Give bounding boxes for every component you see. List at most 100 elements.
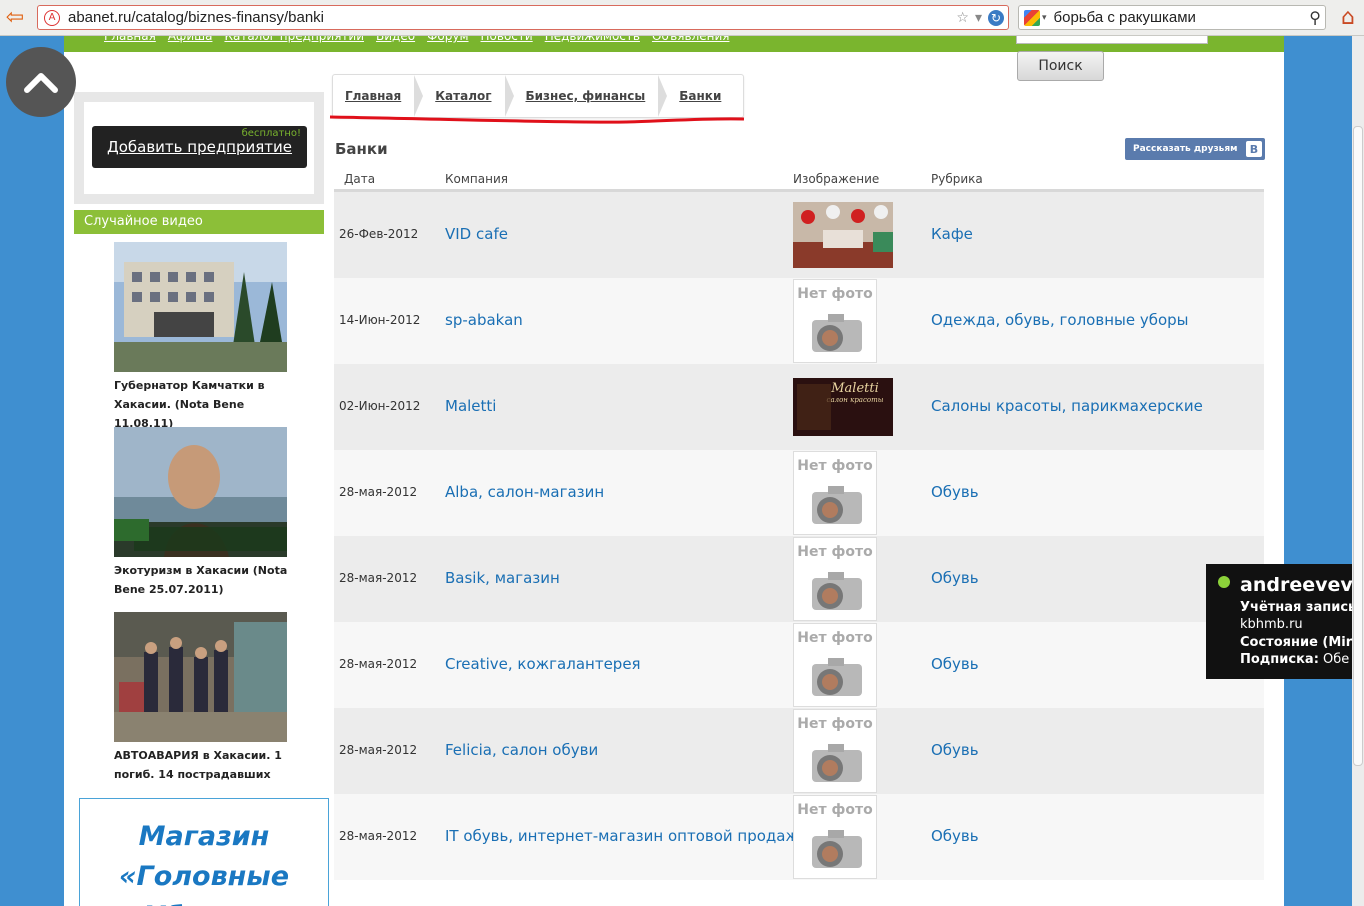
row-date: 28-мая-2012 [339,485,418,499]
search-engine-icon[interactable] [1024,9,1040,26]
topnav-link[interactable]: Видео [376,36,415,43]
cafe-photo[interactable] [793,202,893,268]
share-button[interactable]: Рассказать друзьям В [1125,138,1265,160]
no-photo-placeholder[interactable]: Нет фото [793,795,877,879]
no-photo-label: Нет фото [797,716,873,732]
rubric-link[interactable]: Обувь [931,655,979,673]
no-photo-label: Нет фото [797,458,873,474]
company-link[interactable]: Maletti [445,397,496,415]
site-search-input[interactable] [1016,36,1208,44]
row-date: 14-Июн-2012 [339,313,421,327]
company-image[interactable]: Нет фото [793,278,893,364]
dropdown-arrow-icon[interactable]: ▾ [975,10,982,26]
svg-text:салон красоты: салон красоты [827,396,884,404]
reload-icon[interactable]: ↻ [988,9,1004,26]
camera-icon [812,744,862,782]
video-thumbnail[interactable] [114,427,287,557]
rubric-link[interactable]: Кафе [931,225,973,243]
table-row: 28-мая-2012 Creative, кожгалантерея Нет фо… [334,622,1264,708]
breadcrumb-catalog[interactable]: Каталог [423,75,514,117]
rubric-link[interactable]: Обувь [931,741,979,759]
table-header: Дата Компания Изображение Рубрика [334,170,1264,192]
table-row: 14-Июн-2012 sp-abakan Нет фото Одежда, обув… [334,278,1264,364]
company-image[interactable]: Нет фото [793,622,893,708]
company-image[interactable]: Нет фото [793,794,893,880]
video-title[interactable]: АВТОАВАРИЯ в Хакасии. 1 погиб. 14 постра… [114,746,288,784]
browser-search-bar[interactable]: ▾ борьба с ракушками ⚲ [1018,5,1326,30]
column-header[interactable]: Компания [445,172,508,186]
topnav-link[interactable]: Объявления [652,36,730,43]
company-link[interactable]: Basik, магазин [445,569,560,587]
breadcrumb-business[interactable]: Бизнес, финансы [514,75,668,117]
scroll-to-top-button[interactable] [6,47,76,117]
column-header[interactable]: Рубрика [931,172,983,186]
site-search-button[interactable]: Поиск [1017,51,1104,81]
chevron-up-icon [24,73,58,93]
site-favicon-icon: A [44,9,60,26]
no-photo-label: Нет фото [797,544,873,560]
no-photo-placeholder[interactable]: Нет фото [793,623,877,707]
company-link[interactable]: IT обувь, интернет-магазин оптовой прода… [445,827,809,845]
video-title[interactable]: Экотуризм в Хакасии (Nota Bene 25.07.201… [114,561,288,599]
no-photo-label: Нет фото [797,286,873,302]
no-photo-placeholder[interactable]: Нет фото [793,279,877,363]
browser-search-input[interactable]: борьба с ракушками [1054,9,1310,26]
company-image[interactable] [793,192,893,278]
company-image[interactable]: Нет фото [793,450,893,536]
company-link[interactable]: sp-abakan [445,311,523,329]
rubric-link[interactable]: Обувь [931,483,979,501]
search-icon[interactable]: ⚲ [1309,8,1321,27]
rubric-link[interactable]: Обувь [931,569,979,587]
no-photo-placeholder[interactable]: Нет фото [793,451,877,535]
no-photo-placeholder[interactable]: Нет фото [793,709,877,793]
home-icon[interactable]: ⌂ [1335,4,1361,30]
breadcrumb-home[interactable]: Главная [333,75,424,117]
camera-icon [812,830,862,868]
video-thumbnail[interactable] [114,242,287,372]
add-enterprise-box: бесплатно! Добавить предприятие [74,92,324,204]
company-image[interactable]: Нет фото [793,708,893,794]
svg-text:Maletti: Maletti [830,381,879,396]
rubric-link[interactable]: Одежда, обувь, головные уборы [931,311,1189,329]
page-scrollbar[interactable] [1352,36,1364,906]
company-link[interactable]: Felicia, салон обуви [445,741,598,759]
add-enterprise-label[interactable]: Добавить предприятие [92,138,307,156]
no-photo-placeholder[interactable]: Нет фото [793,537,877,621]
scrollbar-thumb[interactable] [1353,126,1363,766]
table-row: 02-Июн-2012 Maletti Maletti салон красоты Са… [334,364,1264,450]
camera-icon [812,658,862,696]
breadcrumb-banks[interactable]: Банки [667,75,743,117]
maletti-logo-photo[interactable]: Malettiсалон красоты [793,374,893,440]
back-arrow-icon[interactable]: ⇦ [2,5,28,30]
video-thumbnail[interactable] [114,612,287,742]
topnav-link[interactable]: Афиша [168,36,213,43]
company-link[interactable]: Creative, кожгалантерея [445,655,641,673]
ad-line-1: Магазин [138,821,270,852]
company-image[interactable]: Нет фото [793,536,893,622]
column-header[interactable]: Изображение [793,172,879,186]
topnav-link[interactable]: Главная [104,36,156,43]
column-header[interactable]: Дата [344,172,375,186]
topnav-link[interactable]: Новости [481,36,533,43]
bookmark-star-icon[interactable]: ☆ [956,10,969,26]
video-item[interactable]: Губернатор Камчатки в Хакасии. (Nota Ben… [114,242,288,433]
add-enterprise-button[interactable]: бесплатно! Добавить предприятие [92,126,307,168]
url-text[interactable]: abanet.ru/catalog/biznes-finansy/banki [68,9,956,26]
company-link[interactable]: VID cafe [445,225,508,243]
rubric-link[interactable]: Обувь [931,827,979,845]
company-image[interactable]: Maletti салон красоты [793,364,893,450]
engine-dropdown-icon[interactable]: ▾ [1042,13,1047,23]
video-item[interactable]: Экотуризм в Хакасии (Nota Bene 25.07.201… [114,427,288,599]
rubric-link[interactable]: Салоны красоты, парикмахерские [931,397,1203,415]
company-link[interactable]: Alba, салон-магазин [445,483,604,501]
page-title: Банки [335,140,388,158]
notification-account: Учётная запись: r [1240,600,1364,615]
video-item[interactable]: АВТОАВАРИЯ в Хакасии. 1 погиб. 14 постра… [114,612,288,784]
ad-banner[interactable]: Магазин «Головные Уборы» [79,798,329,906]
address-bar[interactable]: A abanet.ru/catalog/biznes-finansy/banki… [37,5,1009,30]
video-title[interactable]: Губернатор Камчатки в Хакасии. (Nota Ben… [114,376,288,433]
topnav-link[interactable]: Каталог предприятий [224,36,364,43]
topnav-link[interactable]: Недвижимость [545,36,640,43]
topnav-link[interactable]: Форум [427,36,468,43]
contact-notification: andreevev@ Учётная запись: r kbhmb.ru Со… [1206,564,1364,679]
